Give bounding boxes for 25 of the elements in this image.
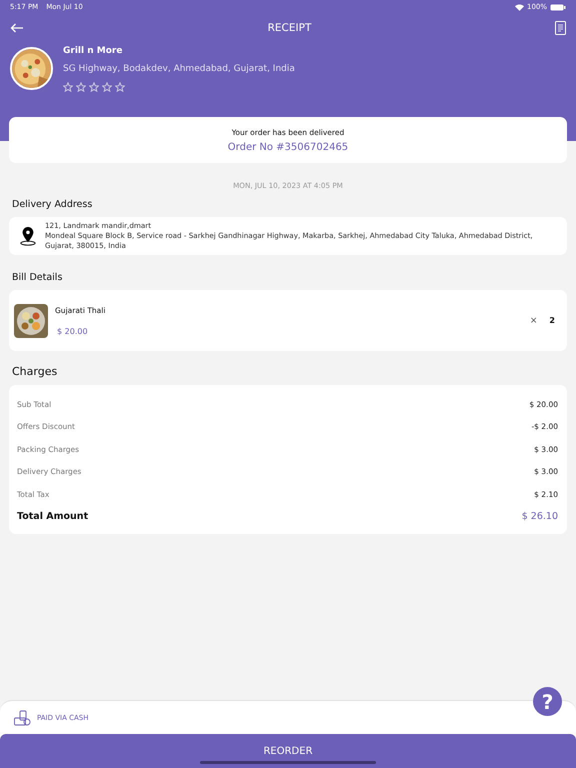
star-icon: [63, 82, 73, 92]
star-icon: [115, 82, 125, 92]
page-title: RECEIPT: [268, 22, 312, 34]
item-price: $ 20.00: [57, 326, 89, 336]
section-heading: Bill Details: [12, 272, 64, 284]
restaurant-address: SG Highway, Bodakdev, Ahmedabad, Gujarat, India: [63, 64, 295, 74]
item-quantity: 2: [549, 316, 555, 326]
help-button[interactable]: ?: [533, 687, 562, 716]
reorder-button[interactable]: REORDER: [0, 734, 576, 768]
star-icon: [89, 82, 99, 92]
restaurant-name: Grill n More: [63, 46, 124, 56]
star-icon: [102, 82, 112, 92]
section-heading: Delivery Address: [12, 199, 94, 210]
multiply-sign: ×: [530, 316, 538, 326]
location-pin-icon: [19, 225, 37, 248]
battery-icon: [550, 4, 566, 10]
back-arrow-icon[interactable]: [10, 23, 24, 33]
order-number: Order No #3506702465: [228, 142, 348, 152]
section-heading: Charges: [12, 365, 58, 378]
receipt-icon[interactable]: [555, 21, 566, 35]
star-icon: [76, 82, 86, 92]
total-value: $ 26.10: [522, 511, 558, 522]
total-label: Total Amount: [17, 511, 88, 522]
wifi-icon: [514, 4, 524, 10]
cash-icon: [14, 710, 31, 726]
